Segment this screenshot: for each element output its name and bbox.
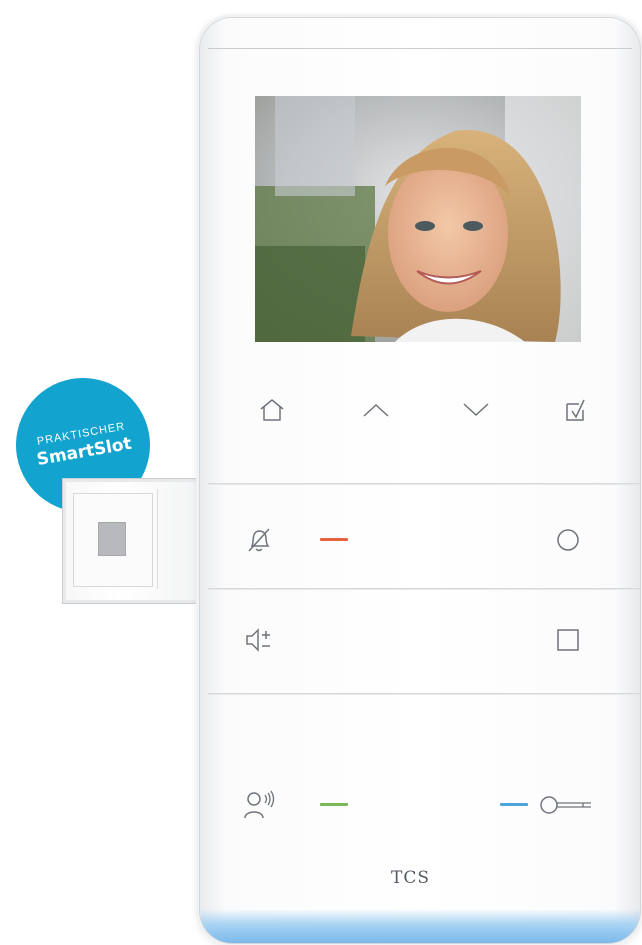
person-talk-icon xyxy=(244,790,275,819)
panel-separator-1 xyxy=(208,483,640,485)
panel-separator-3 xyxy=(208,693,640,695)
door-open-button[interactable] xyxy=(535,783,597,827)
volume-plus-minus-icon xyxy=(246,628,270,652)
slot-rail xyxy=(157,489,201,589)
product-stage: PRAKTISCHER SmartSlot TCS xyxy=(0,0,642,945)
door-status-led xyxy=(500,803,528,806)
visitor-video-image xyxy=(255,96,581,342)
chevron-up-icon xyxy=(363,403,389,417)
talk-button[interactable] xyxy=(237,783,281,827)
function-circle-button[interactable] xyxy=(546,518,590,562)
mute-status-led xyxy=(320,538,348,541)
home-icon xyxy=(260,399,284,421)
smartslot-drawer[interactable] xyxy=(62,478,204,604)
status-light-strip xyxy=(200,909,640,943)
down-button[interactable] xyxy=(456,390,496,430)
bell-off-icon xyxy=(248,528,270,552)
key-icon xyxy=(540,796,591,814)
navigation-buttons xyxy=(230,390,610,430)
indoor-station: TCS xyxy=(200,18,640,943)
square-icon xyxy=(557,629,579,651)
device-top-seam xyxy=(208,48,632,49)
panel-separator-2 xyxy=(208,588,640,590)
talk-status-led xyxy=(320,803,348,806)
menu-confirm-button[interactable] xyxy=(556,390,596,430)
mute-button[interactable] xyxy=(237,518,281,562)
circle-icon xyxy=(557,529,579,551)
function-square-button[interactable] xyxy=(546,618,590,662)
slot-chip xyxy=(98,522,126,556)
up-button[interactable] xyxy=(356,390,396,430)
video-display xyxy=(255,96,581,342)
checkbox-icon xyxy=(566,399,585,421)
chevron-down-icon xyxy=(463,403,489,417)
brand-logo: TCS xyxy=(391,868,430,888)
home-button[interactable] xyxy=(252,390,292,430)
slot-card-bay xyxy=(73,493,153,587)
volume-button[interactable] xyxy=(237,618,281,662)
